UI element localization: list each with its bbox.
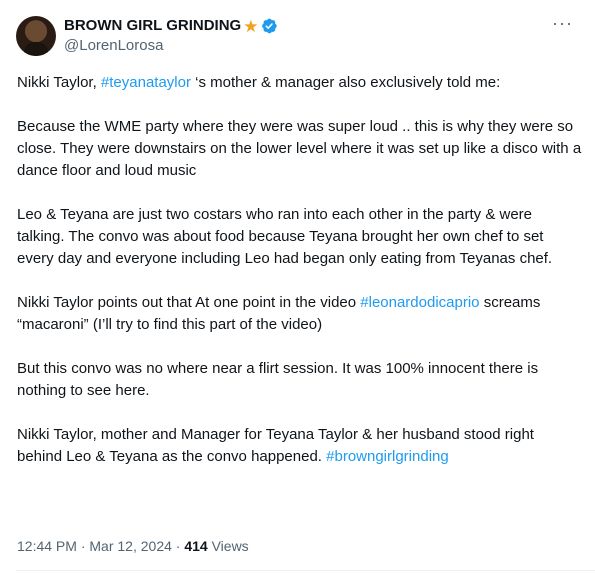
hashtag-link[interactable]: #leonardodicaprio — [360, 294, 479, 311]
paragraph-6: Nikki Taylor, mother and Manager for Tey… — [17, 424, 583, 468]
tweet-meta: 12:44 PM · Mar 12, 2024 · 414 Views — [17, 536, 249, 556]
paragraph-2: Because the WME party where they were wa… — [17, 118, 582, 179]
text-run: Nikki Taylor points out that At one poin… — [17, 294, 361, 311]
separator: · — [76, 538, 90, 554]
paragraph-3: Leo & Teyana are just two costars who ra… — [17, 206, 553, 267]
avatar[interactable] — [16, 16, 56, 56]
separator: · — [171, 538, 185, 554]
tweet-text: Nikki Taylor, #teyanataylor ‘s mother & … — [17, 72, 583, 490]
paragraph-5: But this convo was no where near a flirt… — [17, 360, 539, 399]
post-time[interactable]: 12:44 PM — [17, 538, 77, 554]
name-row: BROWN GIRL GRINDING ★ — [64, 16, 278, 36]
more-options-icon[interactable]: ··· — [552, 14, 573, 32]
paragraph-1: Nikki Taylor, #teyanataylor ‘s mother & … — [17, 72, 583, 94]
text-run: ‘s mother & manager also exclusively tol… — [190, 74, 501, 91]
verified-badge-icon[interactable] — [260, 17, 278, 35]
text-run: Nikki Taylor, — [17, 74, 101, 91]
star-emoji-icon: ★ — [243, 16, 259, 36]
text-run: Nikki Taylor, mother and Manager for Tey… — [17, 426, 534, 465]
hashtag-link[interactable]: #teyanataylor — [101, 74, 191, 91]
post-date[interactable]: Mar 12, 2024 — [89, 538, 172, 554]
author-block: BROWN GIRL GRINDING ★ @LorenLorosa — [64, 16, 278, 56]
hashtag-link[interactable]: #browngirlgrinding — [326, 448, 449, 465]
views-count: 414 — [184, 538, 208, 554]
tweet-card: BROWN GIRL GRINDING ★ @LorenLorosa ··· N… — [0, 0, 595, 574]
paragraph-4: Nikki Taylor points out that At one poin… — [17, 292, 583, 336]
user-handle[interactable]: @LorenLorosa — [64, 36, 278, 56]
views-label: Views — [207, 538, 249, 554]
divider — [16, 570, 595, 571]
display-name[interactable]: BROWN GIRL GRINDING — [64, 16, 241, 36]
tweet-header: BROWN GIRL GRINDING ★ @LorenLorosa — [16, 12, 278, 60]
